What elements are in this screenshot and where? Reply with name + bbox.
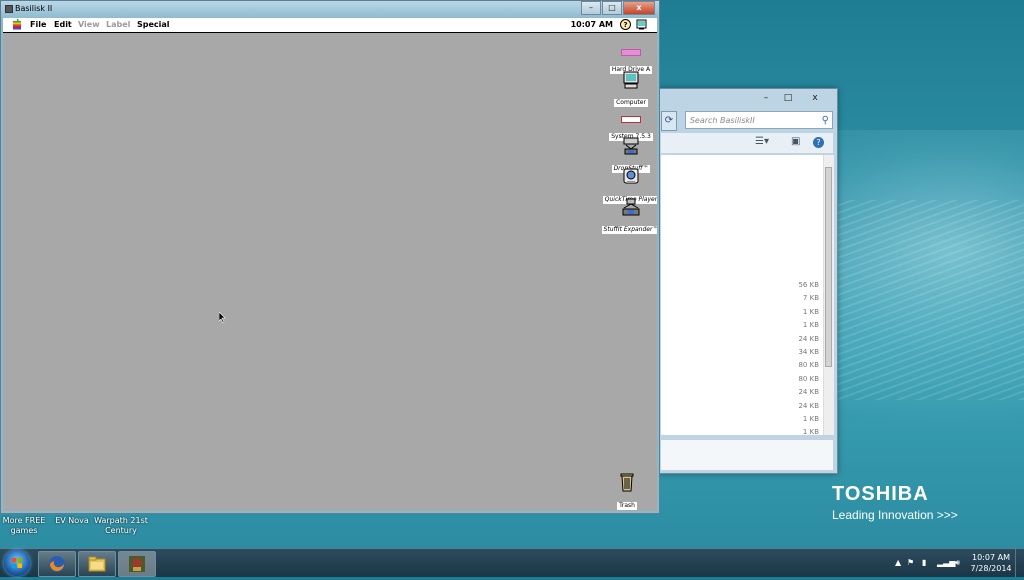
show-hidden-icons[interactable]: ▲ [895,558,901,567]
file-size-cell: 80 KB [798,361,819,370]
basilisk-close-button[interactable]: x [623,1,655,15]
application-menu-icon[interactable] [636,19,647,30]
desktop-icon-label: Trash [617,502,637,510]
file-size-cell: 34 KB [798,348,819,356]
taskbar-basilisk[interactable] [118,551,156,577]
taskbar-time: 10:07 AM [972,553,1010,562]
file-size-cell: 1 KB [802,307,819,316]
taskbar: ▲ ⚑ ▮ ▂▃▅ 🔊︎ 10:07 AM 7/28/2014 [0,548,1024,577]
trash-icon [620,473,634,492]
menu-view[interactable]: View [78,20,100,29]
basilisk-minimize-button[interactable]: – [581,1,601,15]
basilisk-app-icon [129,556,145,572]
hard-drive-icon [621,49,641,56]
basilisk-window[interactable]: Basilisk II – □ x File Edit View Label S… [0,0,660,514]
file-size-cell: 24 KB [798,401,819,410]
menu-special[interactable]: Special [137,20,170,29]
network-signal-icon[interactable]: ▂▃▅ [937,558,955,567]
desktop-icon-label: StuffIt Expander™ [601,226,657,234]
wallpaper-brand: TOSHIBA Leading Innovation >>> [832,483,958,522]
folder-icon [88,556,106,572]
explorer-file-list[interactable]: 56 KB 7 KB 1 KB 1 KB 24 KB 34 KB 80 KB 80 KB 24 … [661,155,823,435]
menu-label[interactable]: Label [106,20,130,29]
mouse-pointer-icon [219,312,226,323]
brand-name: TOSHIBA [832,483,929,505]
mac-menubar-clock[interactable]: 10:07 AM [571,20,613,29]
taskbar-firefox[interactable] [38,551,76,577]
explorer-toolbar: ☰▾ ▣ ? [661,133,833,154]
computer-icon [623,71,639,89]
desktop-shortcut-warpath[interactable]: Warpath 21st Century [94,516,148,536]
power-icon[interactable]: ▮ [922,558,926,567]
quicktime-icon [623,168,639,184]
brand-tagline-text: Leading Innovation [832,508,934,522]
file-size-cell: 24 KB [798,334,819,343]
basilisk-app-icon [5,5,13,13]
desktop-icon-computer[interactable]: Computer [596,71,657,108]
explorer-nav-bar: ⟳ Search BasiliskII ⚲ [661,111,833,131]
apple-menu-icon[interactable] [12,19,22,30]
balloon-help-icon[interactable]: ? [620,19,631,30]
basilisk-titlebar[interactable]: Basilisk II – □ x [1,1,659,18]
explorer-scrollbar[interactable] [823,155,834,435]
system-disk-icon [621,116,641,123]
view-options-icon[interactable]: ☰▾ [755,136,769,147]
menu-edit[interactable]: Edit [54,20,72,29]
mac-desktop[interactable]: File Edit View Label Special 10:07 AM ? … [3,18,657,511]
desktop-shortcut-free-games[interactable]: More FREE games [2,516,46,536]
basilisk-maximize-button[interactable]: □ [602,1,622,15]
taskbar-date: 7/28/2014 [970,564,1012,573]
file-size-cell: 1 KB [802,321,819,330]
brand-tagline: Leading Innovation >>> [832,508,958,522]
explorer-minimize-button[interactable]: – [755,91,777,105]
explorer-search-placeholder: Search BasiliskII [689,116,755,125]
stuffit-expander-icon [622,198,640,216]
search-icon[interactable]: ⚲ [822,112,829,130]
explorer-scroll-thumb[interactable] [825,167,832,367]
windows-logo-icon [12,558,22,568]
taskbar-clock[interactable]: 10:07 AM 7/28/2014 [970,552,1012,574]
file-size-cell: 1 KB [802,428,819,435]
explorer-window-controls: – □ x [755,91,831,105]
explorer-search-input[interactable]: Search BasiliskII ⚲ [684,111,833,130]
menu-file[interactable]: File [30,20,46,29]
mac-menubar: File Edit View Label Special 10:07 AM ? [3,18,657,33]
explorer-details-pane [661,439,833,470]
explorer-window[interactable]: – □ x ⟳ Search BasiliskII ⚲ ☰▾ ▣ ? 56 KB… [656,88,838,474]
file-size-cell: 56 KB [798,281,819,289]
file-size-cell: 24 KB [798,388,819,397]
explorer-maximize-button[interactable]: □ [777,91,799,105]
wallpaper-waves [830,200,1024,400]
explorer-close-button[interactable]: x [799,91,831,105]
volume-icon[interactable]: 🔊︎ [955,558,960,568]
desktop-icon-label: Computer [614,99,648,107]
refresh-icon[interactable]: ⟳ [661,111,677,131]
desktop-icon-stuffit-expander[interactable]: StuffIt Expander™ [596,198,657,235]
file-size-cell: 1 KB [802,415,819,423]
basilisk-window-controls: – □ x [580,1,655,15]
action-center-flag-icon[interactable]: ⚑ [907,558,914,567]
desktop-icon-trash[interactable]: Trash [592,472,657,511]
file-size-cell: 7 KB [802,294,819,303]
show-desktop-button[interactable] [1015,549,1024,577]
firefox-icon [49,556,65,572]
preview-pane-icon[interactable]: ▣ [791,136,800,147]
brand-tagline-arrows: >>> [936,508,958,522]
file-size-cell: 80 KB [798,374,819,383]
start-button[interactable] [4,550,30,576]
help-icon[interactable]: ? [813,137,824,148]
basilisk-title: Basilisk II [15,4,53,13]
dropstuff-icon [623,137,639,155]
desktop-shortcut-ev-nova[interactable]: EV Nova [52,516,92,526]
taskbar-explorer[interactable] [78,551,116,577]
